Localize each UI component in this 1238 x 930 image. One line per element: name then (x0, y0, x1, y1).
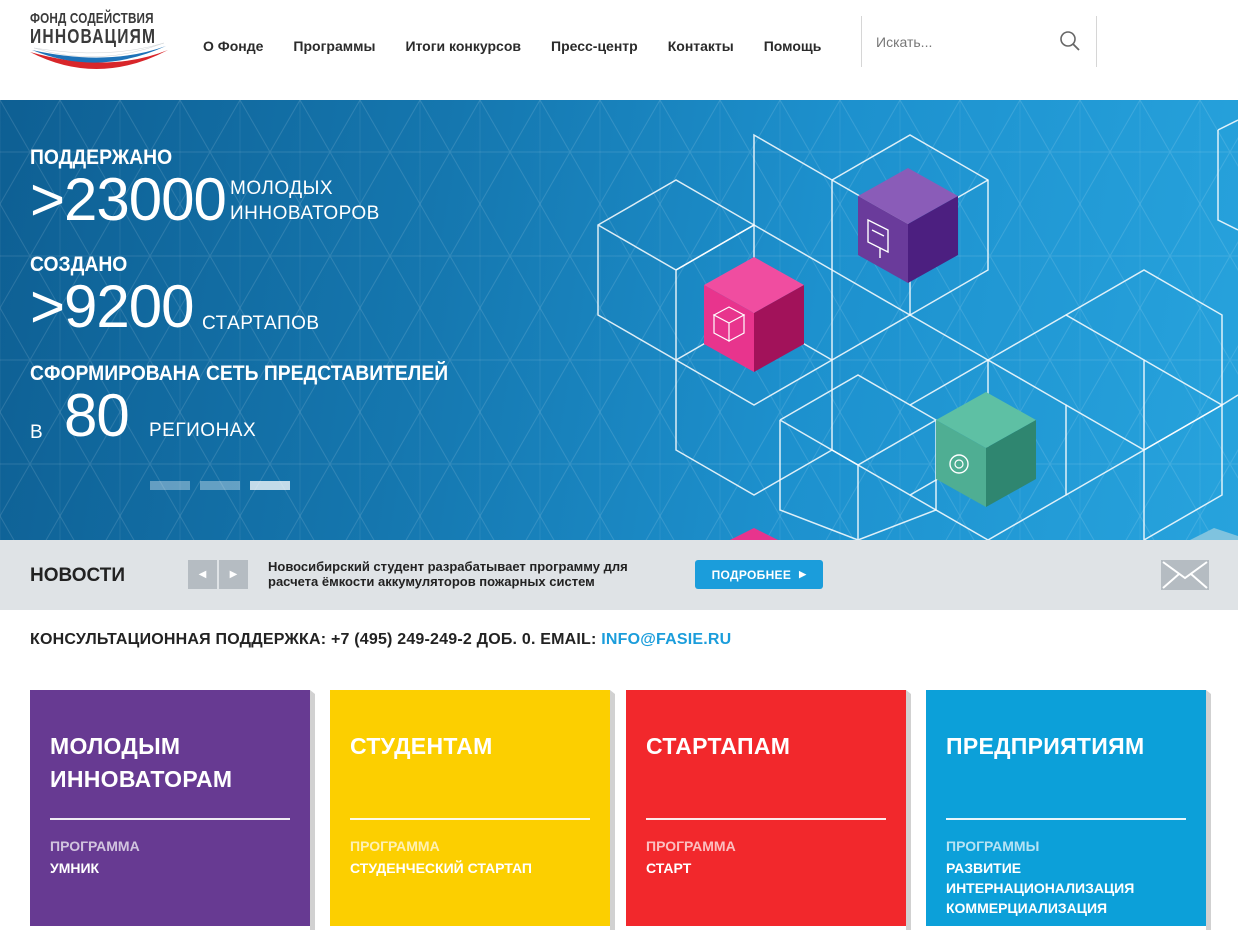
card-items: РАЗВИТИЕ ИНТЕРНАЦИОНАЛИЗАЦИЯ КОММЕРЦИАЛИ… (946, 858, 1134, 918)
news-title: НОВОСТИ (30, 565, 126, 586)
search-icon[interactable] (1058, 29, 1082, 53)
card-items: СТУДЕНЧЕСКИЙ СТАРТАП (350, 858, 532, 878)
card-enterprises[interactable]: ПРЕДПРИЯТИЯМ ПРОГРАММЫ РАЗВИТИЕ ИНТЕРНАЦ… (926, 690, 1211, 930)
hero-banner: ПОДДЕРЖАНО >23000 МОЛОДЫХ ИННОВАТОРОВ СО… (0, 100, 1238, 540)
stat2-unit: СТАРТАПОВ (202, 313, 320, 334)
stat-regions: СФОРМИРОВАНА СЕТЬ ПРЕДСТАВИТЕЛЕЙ в 80 РЕ… (30, 362, 485, 448)
stat1-value: >23000 (30, 166, 227, 233)
news-bar: НОВОСТИ ◀ ▶ Новосибирский студент разраб… (0, 540, 1238, 610)
search-box (861, 16, 1097, 67)
logo-swoosh-icon (30, 42, 168, 70)
card-item[interactable]: РАЗВИТИЕ (946, 858, 1134, 878)
more-button[interactable]: ПОДРОБНЕЕ ▶ (695, 560, 823, 589)
stat1-unit-line2: ИННОВАТОРОВ (230, 203, 380, 224)
slider-dots (150, 481, 300, 490)
arrow-right-icon: ▶ (229, 569, 238, 580)
search-input[interactable] (876, 32, 1046, 52)
card-title: ПРЕДПРИЯТИЯМ (946, 733, 1145, 759)
card-item[interactable]: СТУДЕНЧЕСКИЙ СТАРТАП (350, 858, 532, 878)
card-item[interactable]: УМНИК (50, 858, 99, 878)
card-item[interactable]: КОММЕРЦИАЛИЗАЦИЯ (946, 898, 1134, 918)
news-headline[interactable]: Новосибирский студент разрабатывает прог… (268, 559, 668, 589)
card-items: УМНИК (50, 858, 99, 878)
email-link[interactable]: INFO@FASIE.RU (601, 631, 731, 648)
stat-startups: СОЗДАНО >9200 СТАРТАПОВ (30, 253, 430, 339)
card-title: СТУДЕНТАМ (350, 733, 493, 759)
card-startups[interactable]: СТАРТАПАМ ПРОГРАММА СТАРТ (626, 690, 911, 930)
slider-dot-2[interactable] (200, 481, 240, 490)
card-students[interactable]: СТУДЕНТАМ ПРОГРАММА СТУДЕНЧЕСКИЙ СТАРТАП (330, 690, 615, 930)
nav-item-about[interactable]: О Фонде (203, 38, 263, 54)
stat3-value: 80 (64, 382, 130, 449)
logo-line1: ФОНД СОДЕЙСТВИЯ (30, 10, 154, 27)
card-subtitle: ПРОГРАММА (50, 838, 140, 854)
consultation-line: КОНСУЛЬТАЦИОННАЯ ПОДДЕРЖКА: +7 (495) 249… (30, 631, 731, 649)
more-button-label: ПОДРОБНЕЕ (711, 567, 792, 582)
card-title: МОЛОДЫМ ИННОВАТОРАМ (50, 733, 233, 792)
card-subtitle: ПРОГРАММА (350, 838, 440, 854)
news-prev-button[interactable]: ◀ (188, 560, 217, 589)
stat3-prefix: в (30, 422, 44, 443)
fund-logo[interactable]: ФОНД СОДЕЙСТВИЯ ИННОВАЦИЯМ (28, 8, 173, 80)
card-divider (646, 818, 886, 820)
caret-right-icon: ▶ (799, 569, 807, 579)
arrow-left-icon: ◀ (198, 569, 207, 580)
card-item[interactable]: ИНТЕРНАЦИОНАЛИЗАЦИЯ (946, 878, 1134, 898)
slider-dot-1[interactable] (150, 481, 190, 490)
stat2-value: >9200 (30, 273, 195, 340)
card-title: СТАРТАПАМ (646, 733, 791, 759)
card-item[interactable]: СТАРТ (646, 858, 691, 878)
card-subtitle: ПРОГРАММА (646, 838, 736, 854)
card-divider (50, 818, 290, 820)
main-nav: О Фонде Программы Итоги конкурсов Пресс-… (203, 38, 851, 54)
nav-item-results[interactable]: Итоги конкурсов (405, 38, 521, 54)
stat1-unit-line1: МОЛОДЫХ (230, 178, 334, 199)
card-divider (946, 818, 1186, 820)
nav-item-help[interactable]: Помощь (764, 38, 822, 54)
envelope-icon[interactable] (1161, 560, 1209, 590)
card-subtitle: ПРОГРАММЫ (946, 838, 1040, 854)
nav-item-contacts[interactable]: Контакты (668, 38, 734, 54)
stat3-unit: РЕГИОНАХ (149, 420, 257, 441)
slider-dot-3[interactable] (250, 481, 290, 490)
card-divider (350, 818, 590, 820)
nav-item-press[interactable]: Пресс-центр (551, 38, 638, 54)
card-young-innovators[interactable]: МОЛОДЫМ ИННОВАТОРАМ ПРОГРАММА УМНИК (30, 690, 315, 930)
news-next-button[interactable]: ▶ (219, 560, 248, 589)
card-items: СТАРТ (646, 858, 691, 878)
site-header: ФОНД СОДЕЙСТВИЯ ИННОВАЦИЯМ О Фонде Прогр… (0, 0, 1238, 100)
nav-item-programs[interactable]: Программы (293, 38, 375, 54)
consultation-text: КОНСУЛЬТАЦИОННАЯ ПОДДЕРЖКА: +7 (495) 249… (30, 631, 602, 648)
stat-innovators: ПОДДЕРЖАНО >23000 МОЛОДЫХ ИННОВАТОРОВ (30, 146, 430, 232)
